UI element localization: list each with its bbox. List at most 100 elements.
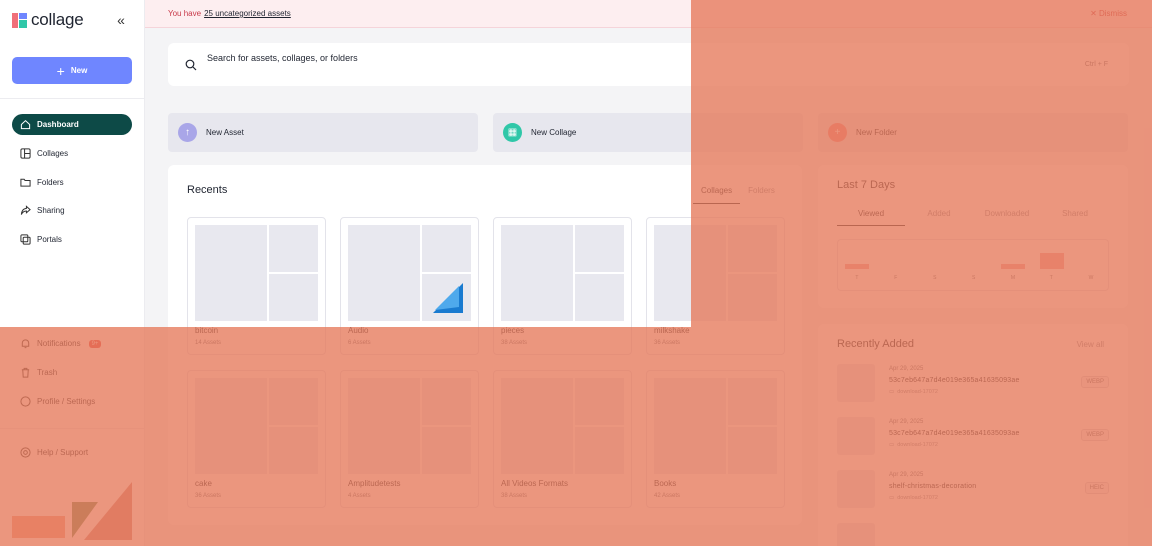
activity-chart: TFSSMTW (837, 239, 1109, 291)
collage-asset-count: 38 Assets (501, 340, 528, 346)
collage-asset-count: 4 Assets (348, 493, 371, 499)
collage-card[interactable]: Books 42 Assets (646, 370, 785, 508)
collage-asset-count: 6 Assets (348, 340, 371, 346)
view-all-link[interactable]: View all (1077, 340, 1104, 349)
asset-thumbnail (837, 417, 875, 455)
sidebar-item-profile-settings[interactable]: Profile / Settings (12, 391, 132, 412)
collage-thumbnail (501, 225, 624, 321)
collage-asset-count: 36 Assets (195, 493, 222, 499)
promo-illustration (72, 482, 132, 540)
collage-card[interactable]: All Videos Formats 38 Assets (493, 370, 632, 508)
tab-shared[interactable]: Shared (1041, 209, 1109, 226)
recent-asset-item[interactable]: Apr 29, 2025 shelf-christmas-decoration … (837, 470, 1109, 510)
last-7-days-title: Last 7 Days (837, 179, 896, 191)
recents-title: Recents (187, 184, 228, 196)
asset-name: 53c7eb647a7d4e019e365a41635093ae (889, 430, 1020, 437)
sidebar-item-label: Dashboard (37, 120, 79, 129)
portal-icon (20, 234, 31, 245)
asset-folder-name: download-17072 (897, 442, 938, 448)
collage-name: Amplitudetests (348, 479, 401, 488)
divider (0, 428, 145, 429)
tab-collages[interactable]: Collages (693, 184, 741, 204)
sidebar-item-folders[interactable]: Folders (12, 172, 132, 193)
collage-name: cake (195, 479, 212, 488)
trash-icon (21, 367, 30, 378)
upload-icon: ↑ (178, 123, 197, 142)
day-label: S (933, 275, 937, 281)
bell-icon (21, 339, 30, 349)
collapse-sidebar-icon[interactable]: « (112, 11, 130, 29)
recent-asset-item[interactable]: Apr 29, 2025 53c7eb647a7d4e019e365a41635… (837, 417, 1109, 457)
collage-thumbnail (654, 378, 777, 474)
sidebar-item-dashboard[interactable]: Dashboard (12, 114, 132, 135)
recent-asset-item[interactable]: Apr 29, 2025 53c7eb647a7d4e019e365a41635… (837, 364, 1109, 404)
sidebar: collage « + New Dashboard Collages Folde… (0, 0, 145, 546)
new-collage-button[interactable]: ▦ New Collage (493, 113, 803, 152)
collage-asset-count: 38 Assets (501, 493, 528, 499)
collage-card[interactable]: Amplitudetests 4 Assets (340, 370, 479, 508)
app-logo[interactable]: collage (12, 10, 84, 30)
new-asset-button[interactable]: ↑ New Asset (168, 113, 478, 152)
recently-added-title: Recently Added (837, 338, 915, 350)
sidebar-item-label: Help / Support (37, 448, 89, 457)
chart-bar (845, 264, 870, 269)
asset-name: 53c7eb647a7d4e019e365a41635093ae (889, 377, 1020, 384)
day-label: T (1049, 275, 1053, 281)
day-label: T (855, 275, 859, 281)
collage-icon: ▦ (503, 123, 522, 142)
tab-viewed[interactable]: Viewed (837, 209, 905, 226)
sidebar-item-label: Portals (37, 235, 62, 244)
new-folder-button[interactable]: + New Folder (818, 113, 1128, 152)
last-7-days-panel: Last 7 Days Viewed Added Downloaded Shar… (818, 165, 1128, 308)
sidebar-item-label: Collages (37, 149, 69, 158)
collage-card[interactable]: Audio 6 Assets (340, 217, 479, 355)
new-collage-label: New Collage (531, 128, 577, 137)
asset-folder: ▭ download-17072 (889, 442, 938, 448)
collage-card[interactable]: cake 36 Assets (187, 370, 326, 508)
sidebar-item-sharing[interactable]: Sharing (12, 200, 132, 221)
recently-added-panel: Recently Added View all Apr 29, 2025 53c… (818, 324, 1128, 546)
collage-card[interactable]: milkshake 36 Assets (646, 217, 785, 355)
search-input[interactable]: Search for assets, collages, or folders (207, 53, 358, 63)
search-shortcut: Ctrl + F (1084, 61, 1108, 68)
day-label: M (1010, 275, 1016, 281)
search-bar[interactable]: Search for assets, collages, or folders … (168, 43, 1129, 86)
promo-card[interactable] (12, 516, 65, 538)
uncategorized-assets-link[interactable]: 25 uncategorized assets (204, 9, 291, 18)
recent-asset-item[interactable] (837, 523, 1109, 546)
collage-logo-icon (12, 12, 27, 28)
sidebar-item-label: Notifications (37, 339, 81, 348)
sidebar-item-trash[interactable]: Trash (12, 362, 132, 383)
sidebar-item-label: Profile / Settings (37, 397, 96, 406)
notification-badge: 9+ (88, 339, 102, 348)
profile-icon (20, 396, 31, 407)
collage-name: All Videos Formats (501, 479, 568, 488)
banner-text: You have (168, 9, 202, 18)
folder-plus-icon: + (828, 123, 847, 142)
asset-folder: ▭ download-17072 (889, 495, 938, 501)
share-icon (20, 205, 31, 215)
sidebar-item-notifications[interactable]: Notifications 9+ (12, 333, 132, 354)
file-type-badge: WEBP (1081, 429, 1109, 441)
sidebar-item-portals[interactable]: Portals (12, 229, 132, 250)
plus-icon: + (56, 62, 65, 79)
file-type-badge: WEBP (1081, 376, 1109, 388)
tab-downloaded[interactable]: Downloaded (973, 209, 1041, 226)
collage-name: pieces (501, 326, 525, 335)
new-asset-label: New Asset (206, 128, 244, 137)
collage-card[interactable]: pieces 38 Assets (493, 217, 632, 355)
sidebar-item-collages[interactable]: Collages (12, 143, 132, 164)
dismiss-button[interactable]: ✕ Dismiss (1090, 9, 1127, 18)
asset-thumbnail (837, 470, 875, 508)
collage-asset-count: 14 Assets (195, 340, 222, 346)
asset-thumbnail (837, 364, 875, 402)
collage-card[interactable]: bitcoin 14 Assets (187, 217, 326, 355)
new-button[interactable]: + New (12, 57, 132, 84)
sidebar-item-help-support[interactable]: Help / Support (12, 442, 132, 463)
tab-folders[interactable]: Folders (740, 184, 783, 204)
folder-icon: ▭ (889, 442, 895, 448)
recents-tabs: Collages Folders (693, 184, 783, 204)
collage-name: Books (654, 479, 677, 488)
recents-panel: Recents Collages Folders bitcoin 14 Asse… (168, 165, 802, 525)
tab-added[interactable]: Added (905, 209, 973, 226)
